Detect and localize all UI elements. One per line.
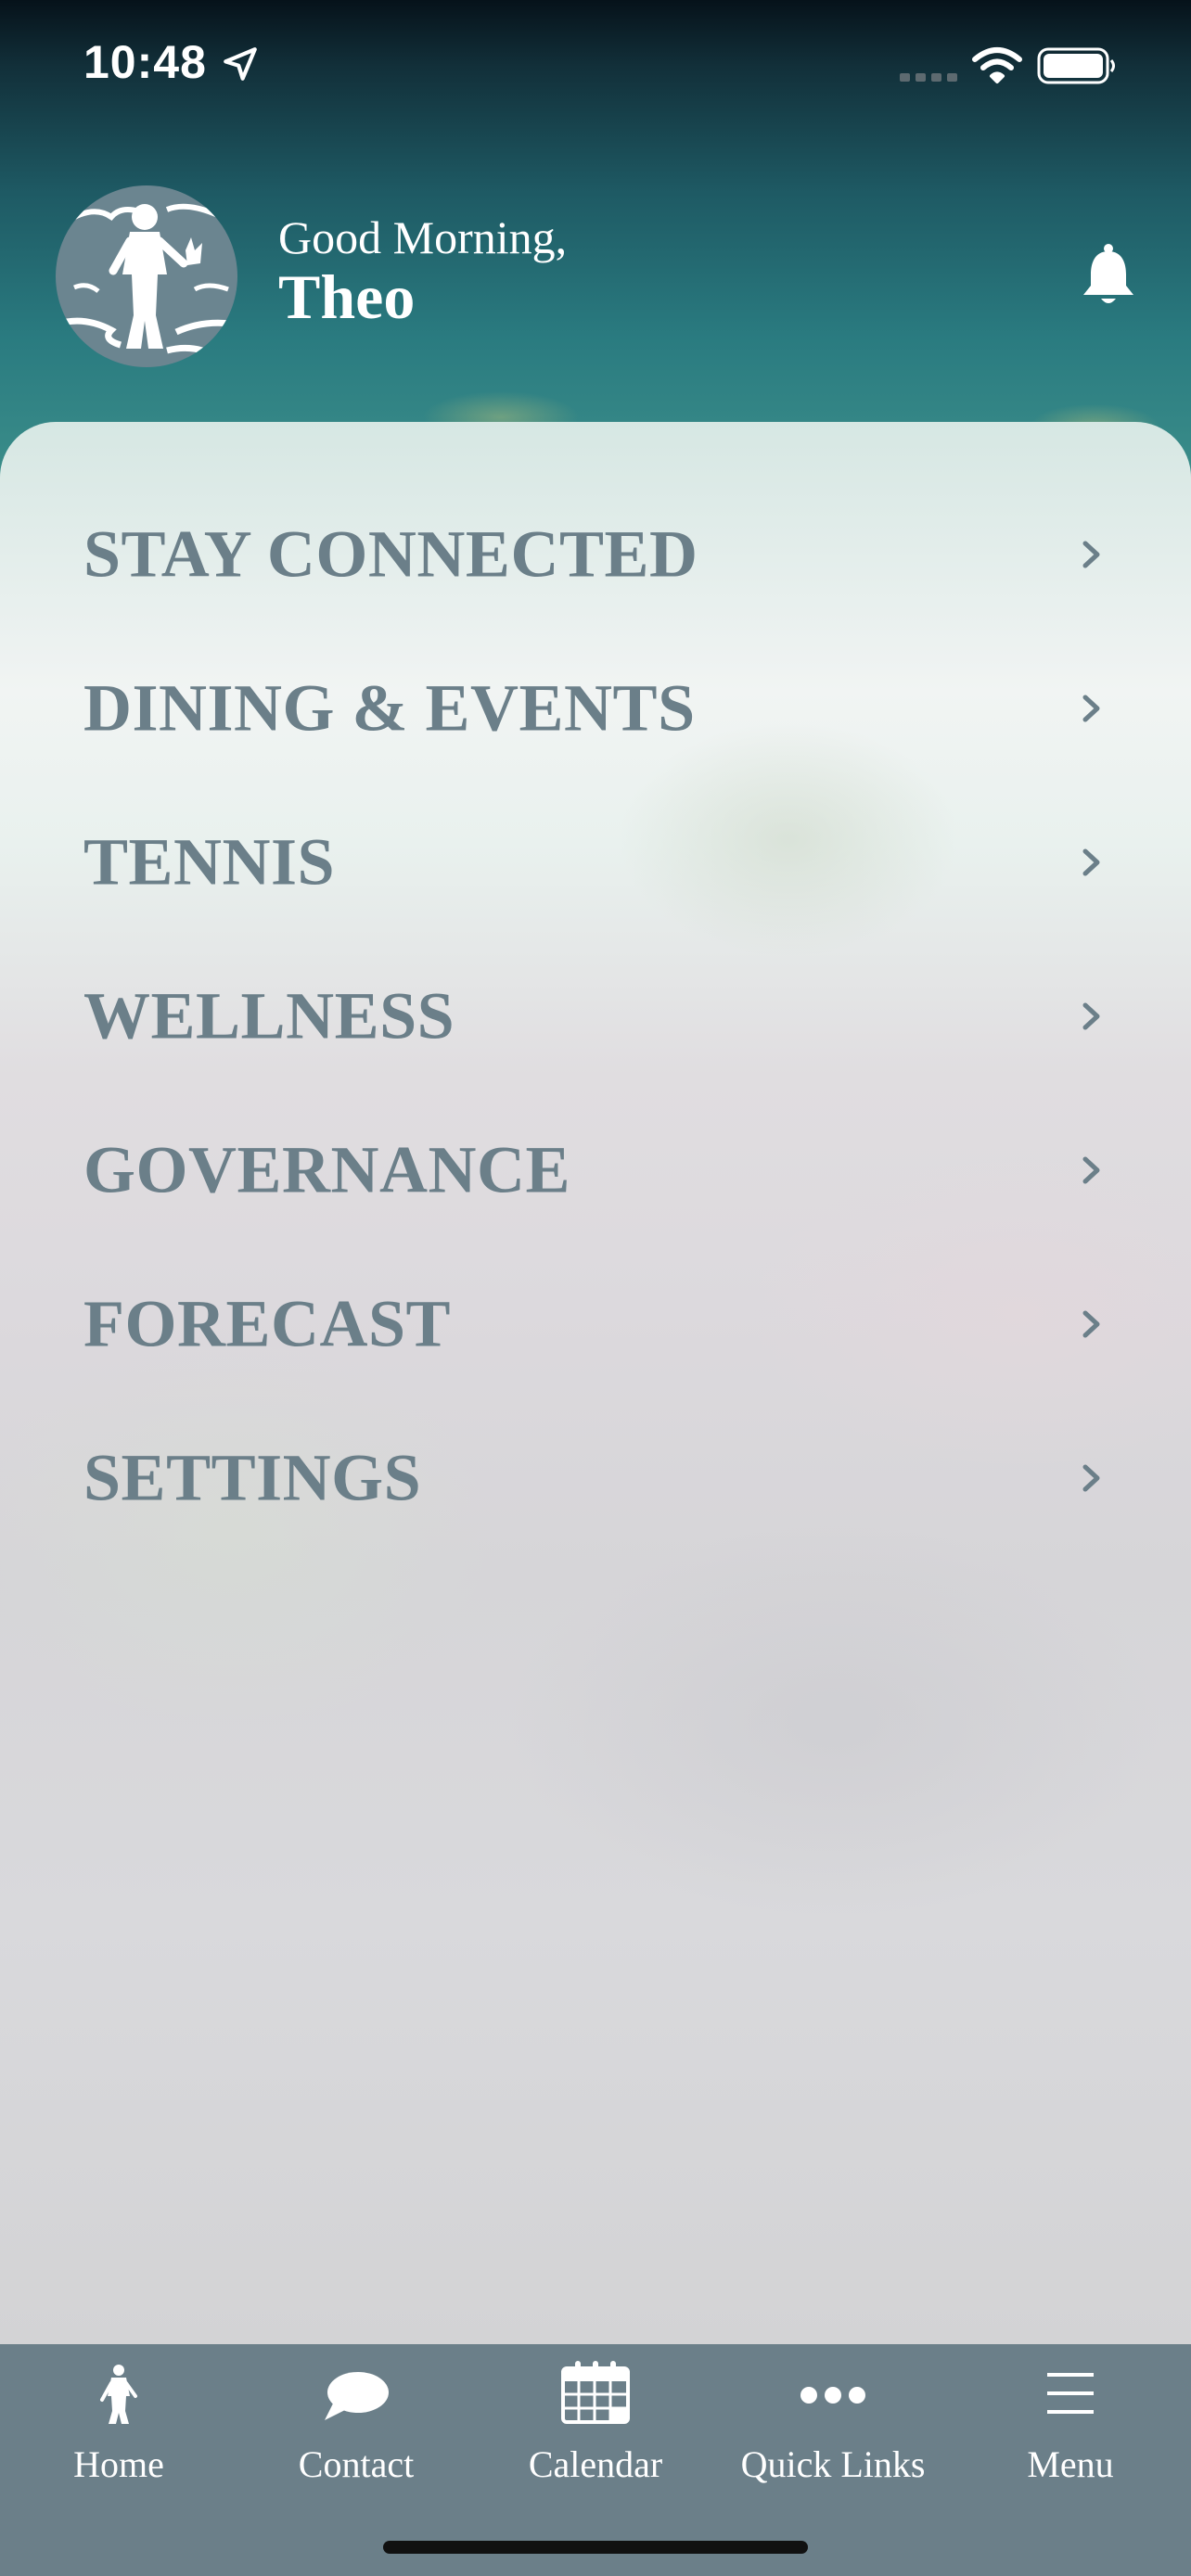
menu-item-tennis[interactable]: TENNIS: [0, 785, 1191, 939]
menu-item-governance[interactable]: GOVERNANCE: [0, 1093, 1191, 1247]
more-dots-icon: [800, 2387, 865, 2404]
tab-home[interactable]: Home: [0, 2344, 237, 2511]
battery-icon: [1037, 47, 1115, 84]
avatar[interactable]: [56, 185, 237, 367]
chevron-right-icon: [1082, 695, 1100, 722]
menu-item-dining-events[interactable]: DINING & EVENTS: [0, 631, 1191, 785]
menu-item-wellness[interactable]: WELLNESS: [0, 939, 1191, 1093]
greeting-text: Good Morning,: [278, 211, 568, 263]
status-time: 10:48: [83, 36, 207, 88]
menu-item-settings[interactable]: SETTINGS: [0, 1401, 1191, 1555]
chevron-right-icon: [1082, 1310, 1100, 1338]
club-logo-icon: [56, 203, 237, 362]
greeting-block: Good Morning, Theo: [278, 211, 567, 330]
menu-panel: STAY CONNECTED DINING & EVENTS TENNIS WE…: [0, 422, 1191, 2344]
tab-quick-links[interactable]: Quick Links: [714, 2344, 952, 2511]
wifi-icon: [972, 47, 1022, 83]
tab-label-calendar: Calendar: [528, 2443, 663, 2485]
chevron-right-icon: [1082, 1156, 1100, 1184]
menu-item-label: GOVERNANCE: [83, 1132, 571, 1207]
tab-label-contact: Contact: [298, 2443, 415, 2485]
menu-item-label: TENNIS: [83, 824, 336, 899]
status-bar: 10:48: [0, 0, 1191, 130]
tab-calendar[interactable]: Calendar: [477, 2344, 714, 2511]
tab-contact[interactable]: Contact: [237, 2344, 475, 2511]
chevron-right-icon: [1082, 541, 1100, 568]
signal-icon: [900, 73, 957, 82]
chevron-right-icon: [1082, 1464, 1100, 1492]
menu-item-label: STAY CONNECTED: [83, 516, 698, 592]
menu-item-forecast[interactable]: FORECAST: [0, 1247, 1191, 1401]
tab-label-home: Home: [73, 2443, 164, 2485]
tab-menu[interactable]: Menu: [952, 2344, 1189, 2511]
menu-item-label: SETTINGS: [83, 1440, 422, 1515]
menu-item-label: WELLNESS: [83, 978, 455, 1053]
calendar-icon: [561, 2361, 630, 2424]
chevron-right-icon: [1082, 848, 1100, 876]
menu-item-label: DINING & EVENTS: [83, 670, 696, 746]
menu-item-stay-connected[interactable]: STAY CONNECTED: [0, 478, 1191, 631]
speech-bubble-icon: [325, 2372, 389, 2420]
figure-logo-icon: [100, 2365, 137, 2424]
hamburger-menu-icon: [1047, 2373, 1094, 2414]
menu-item-label: FORECAST: [83, 1286, 452, 1361]
user-name: Theo: [278, 261, 416, 332]
location-arrow-icon: [224, 47, 257, 81]
bell-icon[interactable]: [1080, 243, 1137, 306]
home-indicator[interactable]: [383, 2541, 808, 2554]
chevron-right-icon: [1082, 1002, 1100, 1030]
tab-label-quick-links: Quick Links: [740, 2443, 926, 2485]
tab-label-menu: Menu: [1027, 2443, 1114, 2485]
